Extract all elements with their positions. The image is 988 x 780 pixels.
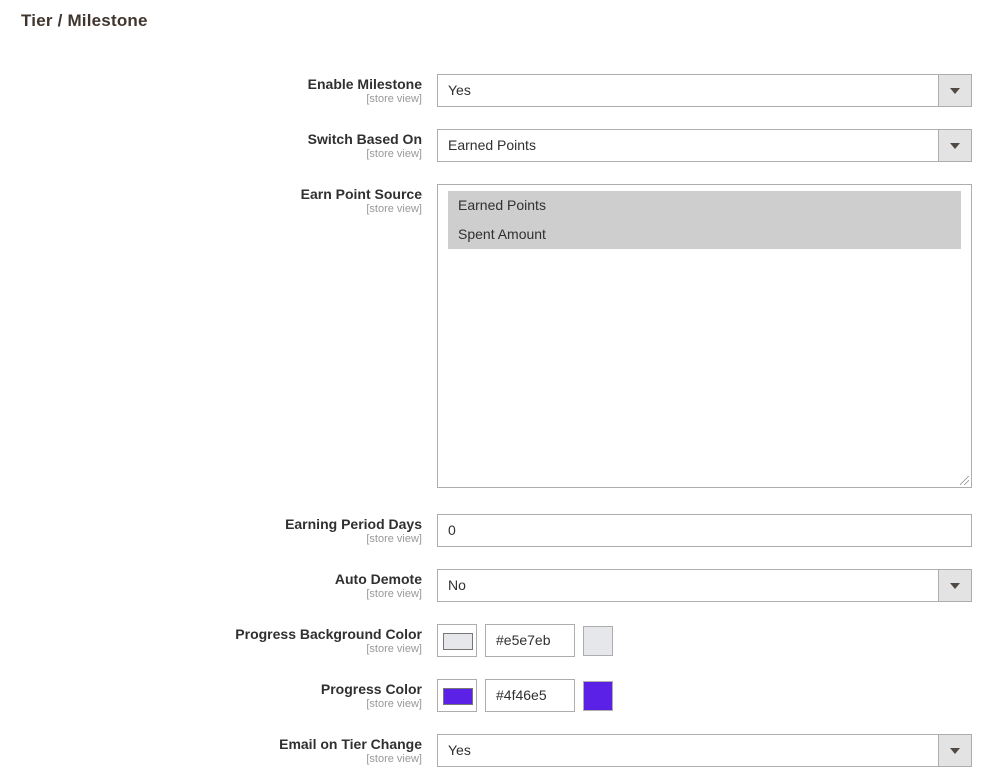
field-label: Auto Demote — [334, 571, 422, 587]
section-title[interactable]: Tier / Milestone — [21, 11, 148, 31]
scope-label: [store view] — [366, 588, 422, 600]
progress-color-control: #4f46e5 — [437, 679, 613, 712]
field-row-auto-demote: Auto Demote [store view] No — [0, 569, 988, 604]
chevron-down-icon[interactable] — [938, 735, 971, 766]
select-value: Yes — [448, 82, 471, 98]
scope-label: [store view] — [366, 93, 422, 105]
field-label-group: Progress Color [store view] — [321, 681, 422, 711]
field-row-switch-based-on: Switch Based On [store view] Earned Poin… — [0, 129, 988, 164]
field-row-enable-milestone: Enable Milestone [store view] Yes — [0, 74, 988, 109]
field-label-group: Enable Milestone [store view] — [308, 76, 422, 106]
field-label: Enable Milestone — [307, 76, 422, 92]
progress-color-input[interactable]: #4f46e5 — [485, 679, 575, 712]
field-label-group: Progress Background Color [store view] — [235, 626, 422, 656]
color-picker-button[interactable] — [437, 624, 477, 657]
field-row-email-on-tier-change: Email on Tier Change [store view] Yes — [0, 734, 988, 769]
input-value: 0 — [448, 522, 456, 538]
color-picker-button[interactable] — [437, 679, 477, 712]
chevron-down-icon[interactable] — [938, 570, 971, 601]
multiselect-option[interactable]: Earned Points — [448, 191, 961, 220]
multiselect-option[interactable]: Spent Amount — [448, 220, 961, 249]
chevron-down-icon[interactable] — [938, 75, 971, 106]
scope-label: [store view] — [366, 148, 422, 160]
scope-label: [store view] — [366, 753, 422, 765]
field-label-group: Email on Tier Change [store view] — [279, 736, 422, 766]
enable-milestone-select[interactable]: Yes — [437, 74, 972, 107]
select-value: No — [448, 577, 466, 593]
field-label-group: Switch Based On [store view] — [308, 131, 422, 161]
color-preview — [583, 625, 613, 656]
field-label-group: Earn Point Source [store view] — [301, 186, 422, 216]
color-preview — [583, 680, 613, 711]
field-label: Progress Background Color — [235, 626, 422, 642]
field-row-earn-point-source: Earn Point Source [store view] Earned Po… — [0, 184, 988, 490]
field-label-group: Earning Period Days [store view] — [285, 516, 422, 546]
progress-background-color-input[interactable]: #e5e7eb — [485, 624, 575, 657]
field-label: Email on Tier Change — [279, 736, 422, 752]
switch-based-on-select[interactable]: Earned Points — [437, 129, 972, 162]
chevron-down-icon[interactable] — [938, 130, 971, 161]
select-value: Earned Points — [448, 137, 536, 153]
field-label: Earning Period Days — [285, 516, 422, 532]
scope-label: [store view] — [366, 533, 422, 545]
email-on-tier-change-select[interactable]: Yes — [437, 734, 972, 767]
scope-label: [store view] — [366, 698, 422, 710]
scope-label: [store view] — [366, 643, 422, 655]
auto-demote-select[interactable]: No — [437, 569, 972, 602]
scope-label: [store view] — [366, 203, 422, 215]
field-label: Earn Point Source — [300, 186, 422, 202]
resize-handle-icon[interactable] — [960, 476, 969, 485]
field-label-group: Auto Demote [store view] — [335, 571, 422, 601]
color-swatch — [443, 688, 473, 705]
color-swatch — [443, 633, 473, 650]
field-row-earning-period-days: Earning Period Days [store view] 0 — [0, 514, 988, 549]
select-value: Yes — [448, 742, 471, 758]
progress-background-color-control: #e5e7eb — [437, 624, 613, 657]
field-label: Progress Color — [320, 681, 422, 697]
earn-point-source-multiselect[interactable]: Earned Points Spent Amount — [437, 184, 972, 488]
earning-period-days-input[interactable]: 0 — [437, 514, 972, 547]
field-label: Switch Based On — [307, 131, 422, 147]
